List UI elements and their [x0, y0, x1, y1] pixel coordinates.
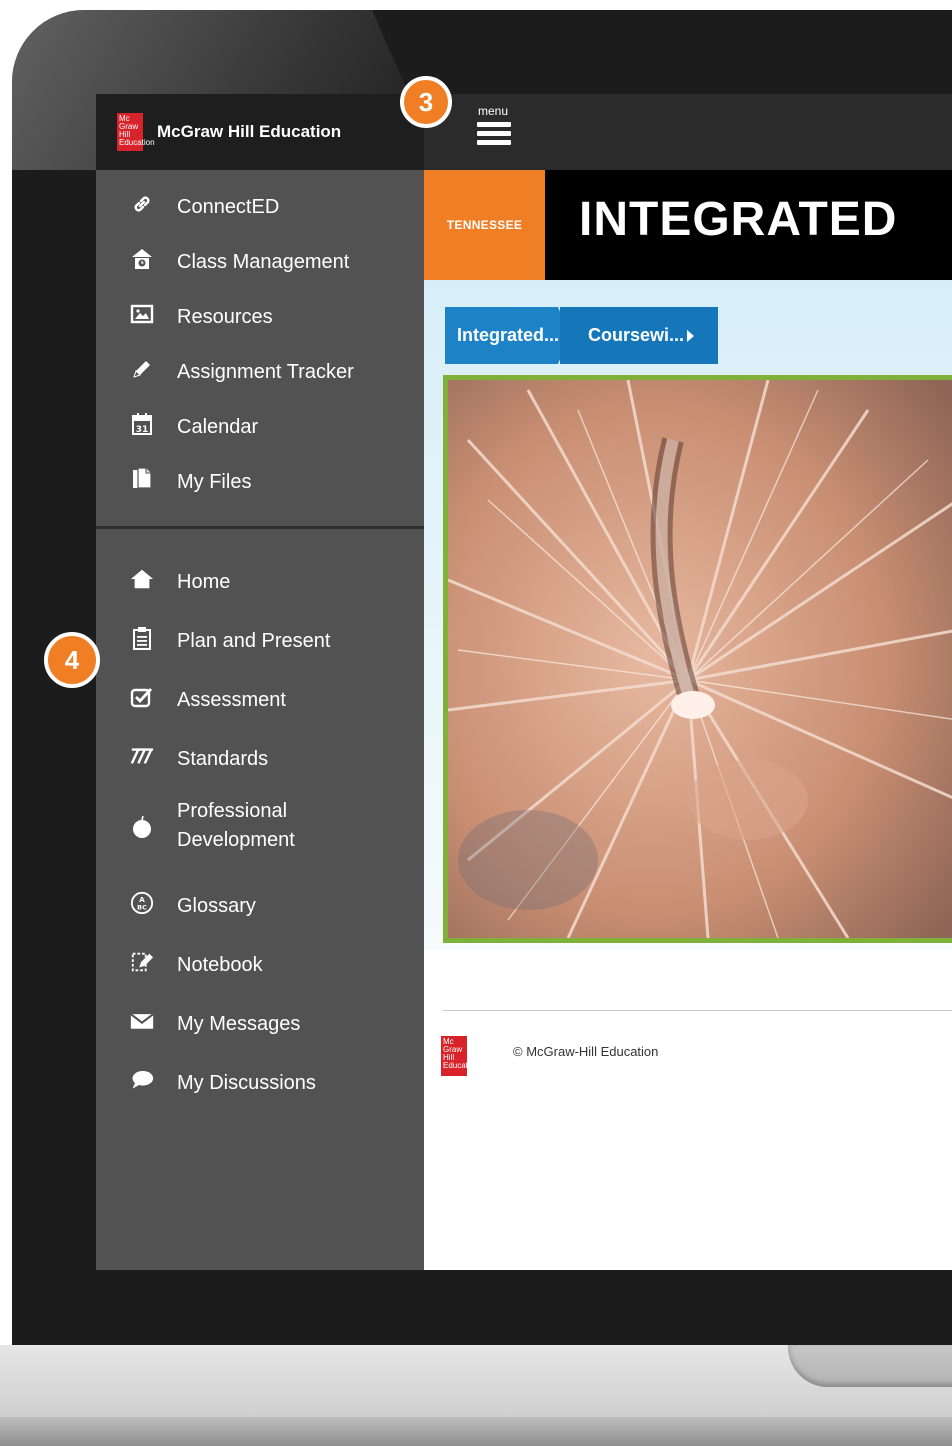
home-icon: [130, 567, 154, 591]
svg-text:31: 31: [136, 425, 149, 435]
sidebar-item-my-messages[interactable]: My Messages: [96, 999, 424, 1045]
callout-badge-3: 3: [400, 76, 452, 128]
class-management-icon: [130, 247, 154, 271]
breadcrumb-item-integrated[interactable]: Integrated...: [445, 307, 570, 364]
apple-icon: [130, 815, 154, 839]
sidebar: ConnectED Class Management Resources Ass…: [96, 170, 424, 1270]
brand-name: McGraw Hill Education: [157, 122, 342, 141]
standards-icon: [130, 744, 154, 768]
sidebar-item-standards[interactable]: Standards: [96, 734, 424, 780]
breadcrumb-item-courseware[interactable]: Coursewi...: [560, 307, 718, 364]
mcgraw-hill-logo: Mc Graw Hill Education: [117, 113, 155, 151]
laptop-notch: [788, 1345, 952, 1387]
sidebar-item-my-files[interactable]: My Files: [96, 457, 424, 503]
sidebar-item-label: Plan and Present: [177, 630, 331, 652]
sidebar-item-label: Glossary: [177, 895, 256, 917]
breadcrumb-label: Integrated...: [457, 325, 560, 345]
sidebar-item-label: Standards: [177, 748, 269, 770]
sidebar-item-assignment-tracker[interactable]: Assignment Tracker: [96, 347, 424, 393]
sidebar-item-class-management[interactable]: Class Management: [96, 237, 424, 283]
sidebar-item-assessment[interactable]: Assessment: [96, 675, 424, 721]
sidebar-item-label: My Discussions: [177, 1072, 316, 1094]
caret-right-icon: [687, 329, 695, 342]
notebook-icon: [130, 950, 154, 974]
sidebar-item-my-discussions[interactable]: My Discussions: [96, 1058, 424, 1104]
abc-icon: A BC: [130, 891, 154, 915]
state-tab[interactable]: TENNESSEE: [424, 170, 545, 280]
sidebar-item-professional-development[interactable]: Professional Development: [96, 793, 424, 863]
brand-header: Mc Graw Hill Education McGraw Hill Educa…: [96, 94, 424, 170]
envelope-icon: [130, 1009, 154, 1033]
callout-badge-4: 4: [44, 632, 100, 688]
sidebar-item-label: Class Management: [177, 251, 350, 273]
cover-image: [443, 375, 952, 943]
checkbox-icon: [130, 685, 154, 709]
menu-label: menu: [478, 104, 509, 118]
sidebar-item-home[interactable]: Home: [96, 557, 424, 603]
image-icon: [130, 302, 154, 326]
clipboard-icon: [130, 626, 154, 650]
sidebar-item-label: My Files: [177, 471, 252, 493]
pencil-icon: [130, 357, 154, 381]
sidebar-item-label: ConnectED: [177, 196, 280, 218]
menu-button[interactable]: menu: [472, 104, 516, 154]
copyright-text: © McGraw-Hill Education: [513, 1044, 659, 1059]
sidebar-item-label: Assessment: [177, 689, 286, 711]
page-title: INTEGRATED: [579, 193, 898, 246]
footer-divider: [443, 1010, 952, 1011]
link-icon: [130, 192, 154, 216]
app-screen: Mc Graw Hill Education McGraw Hill Educa…: [96, 94, 952, 1270]
main-content: TENNESSEE INTEGRATED Integrated... Cours…: [424, 170, 952, 1270]
sidebar-item-connected[interactable]: ConnectED: [96, 182, 424, 228]
hamburger-icon: [477, 122, 511, 149]
course-area: Integrated... Coursewi...: [424, 280, 952, 950]
sidebar-item-resources[interactable]: Resources: [96, 292, 424, 338]
breadcrumb-label: Coursewi...: [588, 325, 685, 345]
sidebar-item-label: Calendar: [177, 416, 259, 438]
sidebar-item-label: My Messages: [177, 1013, 301, 1035]
tube-worm-photo: [448, 380, 952, 938]
sidebar-divider: [96, 526, 424, 529]
svg-text:BC: BC: [137, 903, 147, 911]
laptop-frame: Mc Graw Hill Education McGraw Hill Educa…: [0, 0, 952, 1446]
sidebar-item-label: Home: [177, 571, 231, 593]
breadcrumb: Integrated... Coursewi...: [445, 307, 718, 364]
calendar-icon: 31: [130, 412, 154, 436]
chat-bubble-icon: [130, 1068, 154, 1092]
sidebar-item-glossary[interactable]: A BC Glossary: [96, 881, 424, 927]
sidebar-item-label: Notebook: [177, 954, 263, 976]
title-bar: INTEGRATED: [545, 170, 952, 280]
sidebar-item-label: Resources: [177, 306, 273, 328]
files-icon: [130, 467, 154, 491]
sidebar-item-calendar[interactable]: 31 Calendar: [96, 402, 424, 448]
sidebar-item-plan-and-present[interactable]: Plan and Present: [96, 616, 424, 662]
footer-logo: Mc Graw Hill Education: [441, 1036, 479, 1076]
sidebar-item-notebook[interactable]: Notebook: [96, 940, 424, 986]
laptop-base-edge: [0, 1417, 952, 1446]
sidebar-item-label: Professional Development: [177, 800, 295, 851]
sidebar-item-label: Assignment Tracker: [177, 361, 354, 383]
